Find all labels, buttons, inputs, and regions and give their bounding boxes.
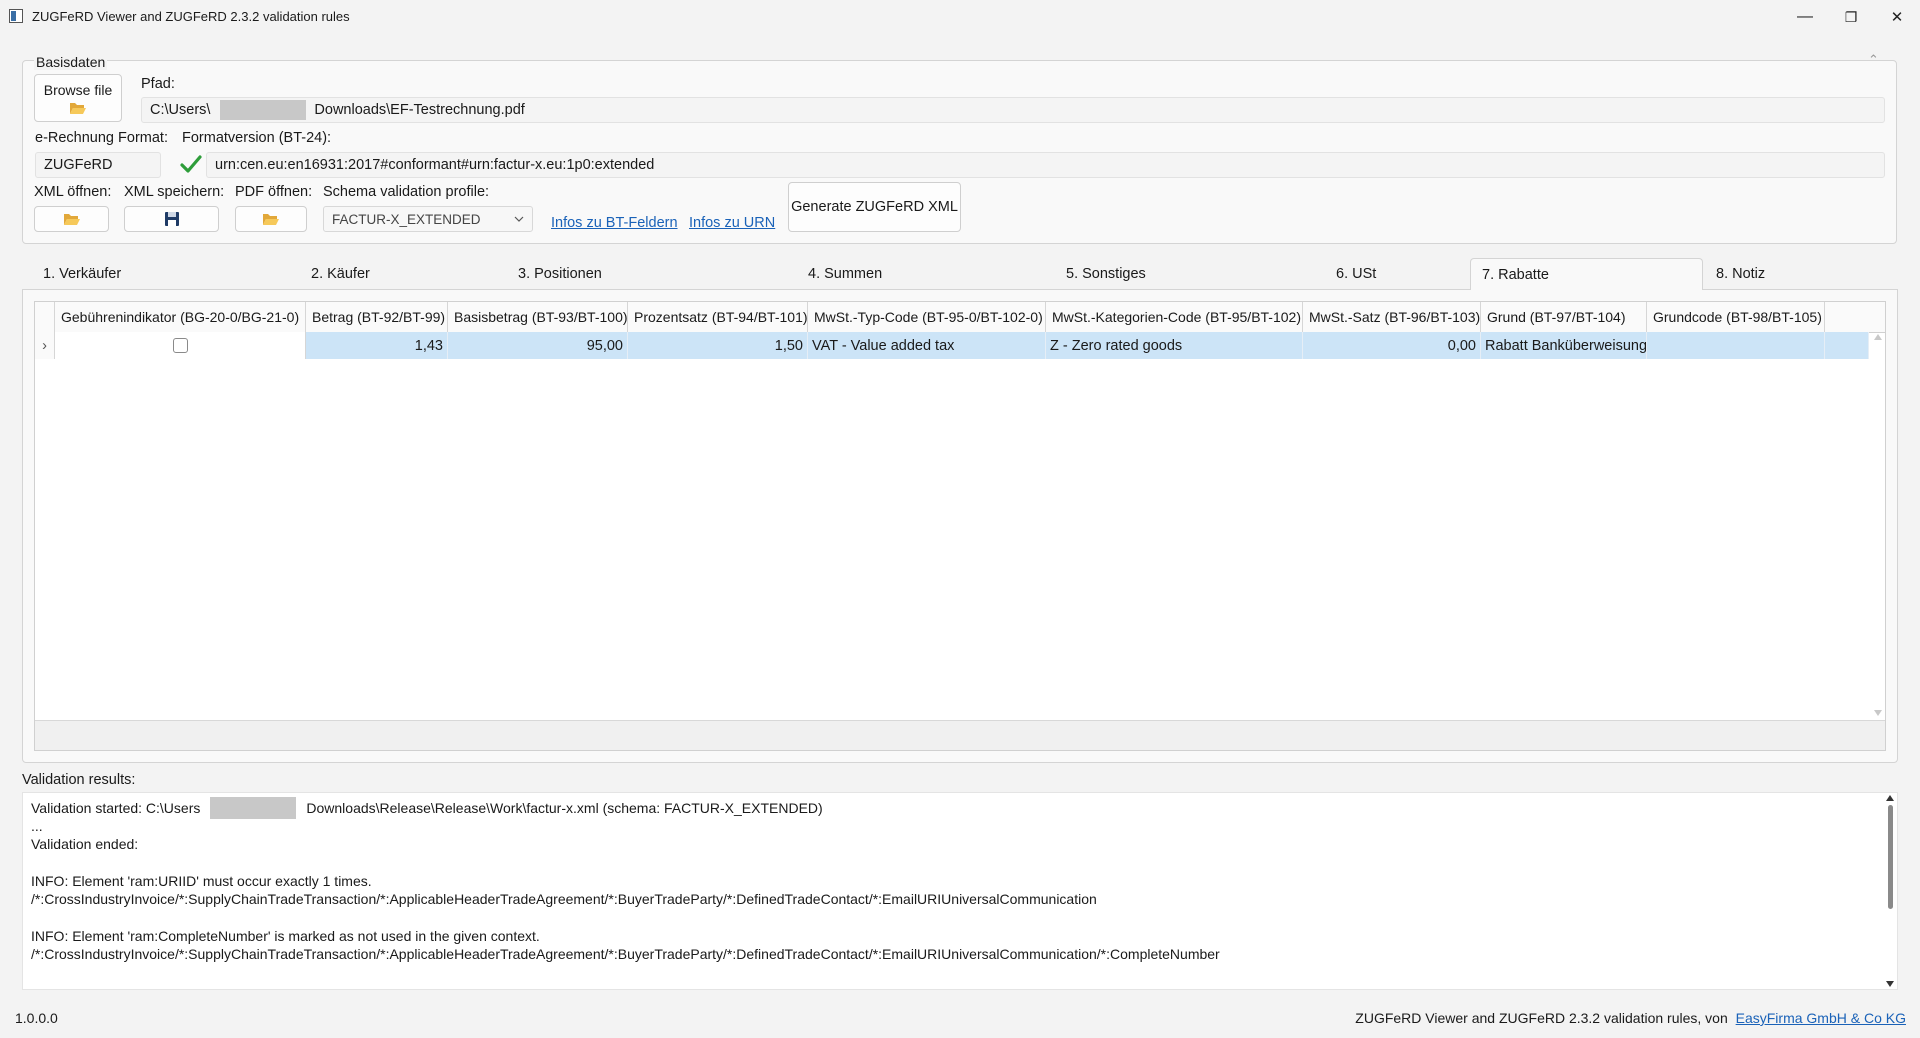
title-bar: ZUGFeRD Viewer and ZUGFeRD 2.3.2 validat… <box>0 0 1920 34</box>
close-button[interactable]: ✕ <box>1874 0 1920 34</box>
column-header[interactable]: Grundcode (BT-98/BT-105) <box>1647 302 1825 332</box>
column-header[interactable]: Betrag (BT-92/BT-99) <box>306 302 448 332</box>
generate-xml-button[interactable]: Generate ZUGFeRD XML <box>788 182 961 232</box>
grid-header: Gebührenindikator (BG-20-0/BG-21-0) Betr… <box>35 302 1885 333</box>
tab-notiz[interactable]: 8. Notiz <box>1703 258 1893 290</box>
validation-label: Validation results: <box>22 772 136 788</box>
path-prefix: C:\Users\ <box>150 102 211 118</box>
minimize-button[interactable]: — <box>1782 0 1828 34</box>
grid-footer <box>35 720 1885 750</box>
collapse-icon[interactable]: ⌃ <box>1868 52 1879 68</box>
path-field[interactable]: C:\Users\ Downloads\EF-Testrechnung.pdf <box>141 97 1885 123</box>
app-icon <box>9 9 23 23</box>
browse-file-label: Browse file <box>43 81 113 98</box>
row-header-corner <box>35 302 55 332</box>
basisdaten-legend: Basisdaten <box>34 54 108 70</box>
validation-line: INFO: Element 'ram:CompleteNumber' is ma… <box>31 928 540 944</box>
save-disk-icon <box>164 212 179 226</box>
path-suffix: Downloads\EF-Testrechnung.pdf <box>314 102 525 118</box>
scroll-up-icon[interactable] <box>1874 334 1882 340</box>
validation-scrollbar[interactable] <box>1883 793 1897 989</box>
grundcode-cell[interactable] <box>1647 332 1825 359</box>
tab-rabatte[interactable]: 7. Rabatte <box>1470 258 1703 290</box>
kategorie-code-cell[interactable]: Z - Zero rated goods <box>1046 332 1303 359</box>
formatversion-label: Formatversion (BT-24): <box>182 130 332 146</box>
validation-line: ... <box>31 818 43 834</box>
credit-label: ZUGFeRD Viewer and ZUGFeRD 2.3.2 validat… <box>1355 1010 1906 1026</box>
format-label: e-Rechnung Format: <box>35 130 168 146</box>
restore-button[interactable]: ❐ <box>1828 0 1874 34</box>
validation-line: Validation started: C:\Users Downloads\R… <box>31 797 823 819</box>
redacted-block <box>210 797 297 819</box>
prozentsatz-cell[interactable]: 1,50 <box>628 332 808 359</box>
infos-bt-link[interactable]: Infos zu BT-Feldern <box>551 215 678 231</box>
row-filler <box>1825 332 1869 359</box>
easyfirma-link[interactable]: EasyFirma GmbH & Co KG <box>1736 1010 1906 1026</box>
formatversion-field[interactable]: urn:cen.eu:en16931:2017#conformant#urn:f… <box>206 152 1885 178</box>
tab-positionen[interactable]: 3. Positionen <box>518 258 808 290</box>
column-header[interactable]: Prozentsatz (BT-94/BT-101) <box>628 302 808 332</box>
table-row[interactable]: › 1,43 95,00 1,50 VAT - Value added tax … <box>35 332 1869 359</box>
schema-select-value: FACTUR-X_EXTENDED <box>332 211 481 227</box>
scrollbar-thumb[interactable] <box>1888 805 1893 909</box>
column-header[interactable]: MwSt.-Kategorien-Code (BT-95/BT-102) <box>1046 302 1303 332</box>
folder-open-icon <box>263 214 279 225</box>
validation-line: /*:CrossIndustryInvoice/*:SupplyChainTra… <box>31 946 1220 962</box>
credit-text: ZUGFeRD Viewer and ZUGFeRD 2.3.2 validat… <box>1355 1010 1728 1026</box>
xml-open-label: XML öffnen: <box>34 184 112 200</box>
pfad-label: Pfad: <box>141 76 175 92</box>
scroll-down-icon[interactable] <box>1874 710 1882 716</box>
format-field[interactable]: ZUGFeRD <box>35 152 161 178</box>
xml-open-button[interactable] <box>34 206 109 232</box>
basisbetrag-cell[interactable]: 95,00 <box>448 332 628 359</box>
validation-line: /*:CrossIndustryInvoice/*:SupplyChainTra… <box>31 891 1097 907</box>
charge-indicator-cell <box>55 332 306 359</box>
column-header[interactable]: Grund (BT-97/BT-104) <box>1481 302 1647 332</box>
pdf-open-label: PDF öffnen: <box>235 184 313 200</box>
validation-line: INFO: Element 'ram:URIID' must occur exa… <box>31 873 372 889</box>
tab-ust[interactable]: 6. USt <box>1336 258 1470 290</box>
xml-save-label: XML speichern: <box>124 184 225 200</box>
betrag-cell[interactable]: 1,43 <box>306 332 448 359</box>
tab-sonstiges[interactable]: 5. Sonstiges <box>1066 258 1336 290</box>
grid-scrollbar[interactable] <box>1871 332 1885 718</box>
satz-cell[interactable]: 0,00 <box>1303 332 1481 359</box>
redacted-block <box>220 100 307 120</box>
version-label: 1.0.0.0 <box>15 1010 58 1026</box>
check-icon <box>180 155 202 173</box>
chevron-down-icon <box>514 216 524 222</box>
folder-open-icon <box>70 102 86 114</box>
tab-summen[interactable]: 4. Summen <box>808 258 1066 290</box>
scroll-up-icon[interactable] <box>1886 795 1894 801</box>
rabatte-grid[interactable]: Gebührenindikator (BG-20-0/BG-21-0) Betr… <box>34 301 1886 751</box>
tab-kaeufer[interactable]: 2. Käufer <box>292 258 518 290</box>
schema-select[interactable]: FACTUR-X_EXTENDED <box>323 206 533 232</box>
row-marker[interactable]: › <box>35 332 55 359</box>
validation-start-suffix: Downloads\Release\Release\Work\factur-x.… <box>306 800 823 816</box>
browse-file-button[interactable]: Browse file <box>34 74 122 122</box>
column-header[interactable]: Gebührenindikator (BG-20-0/BG-21-0) <box>55 302 306 332</box>
column-header[interactable]: Basisbetrag (BT-93/BT-100) <box>448 302 628 332</box>
validation-results-box[interactable]: Validation started: C:\Users Downloads\R… <box>22 792 1898 990</box>
scroll-down-icon[interactable] <box>1886 981 1894 987</box>
validation-line: Validation ended: <box>31 836 139 852</box>
schema-label: Schema validation profile: <box>323 184 490 200</box>
column-header[interactable]: MwSt.-Typ-Code (BT-95-0/BT-102-0) <box>808 302 1046 332</box>
charge-indicator-checkbox[interactable] <box>172 338 188 353</box>
validation-start-prefix: Validation started: C:\Users <box>31 800 201 816</box>
pdf-open-button[interactable] <box>235 206 307 232</box>
folder-open-icon <box>63 214 80 225</box>
tab-verkaeufer[interactable]: 1. Verkäufer <box>22 258 292 290</box>
column-header[interactable]: MwSt.-Satz (BT-96/BT-103) <box>1303 302 1481 332</box>
grund-cell[interactable]: Rabatt Banküberweisung <box>1481 332 1647 359</box>
typ-code-cell[interactable]: VAT - Value added tax <box>808 332 1046 359</box>
window-title: ZUGFeRD Viewer and ZUGFeRD 2.3.2 validat… <box>32 9 350 24</box>
xml-save-button[interactable] <box>124 206 219 232</box>
infos-urn-link[interactable]: Infos zu URN <box>689 215 775 231</box>
